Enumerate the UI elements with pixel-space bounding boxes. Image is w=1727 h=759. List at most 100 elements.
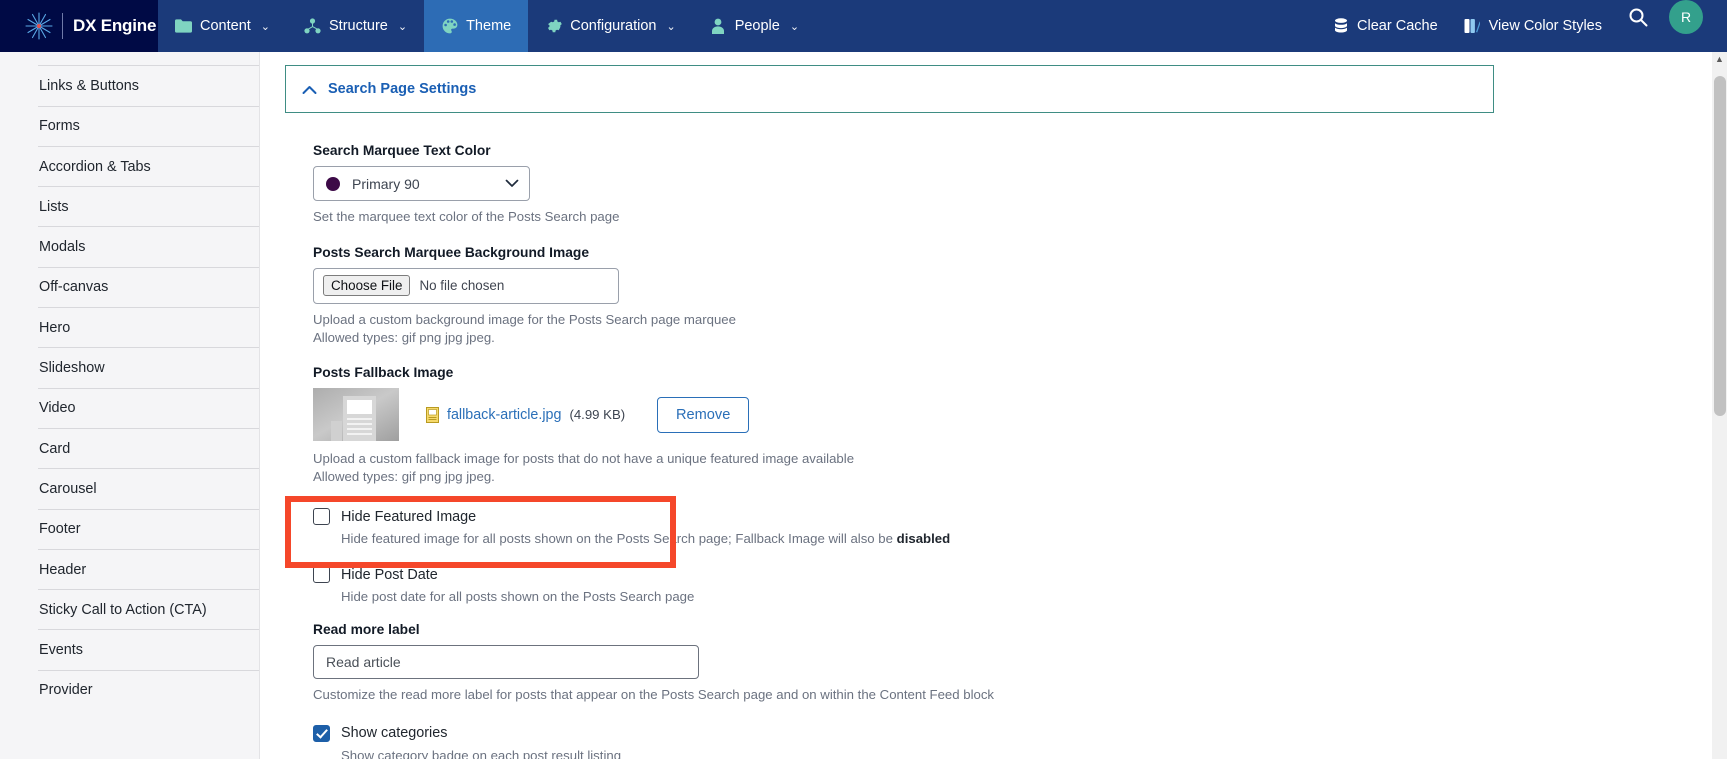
nav-item-configuration[interactable]: Configuration ⌄ xyxy=(528,0,692,52)
structure-nodes-icon xyxy=(304,18,321,35)
fallback-image-row: fallback-article.jpg (4.99 KB) Remove xyxy=(313,388,1494,442)
fallback-image-help-2: Allowed types: gif png jpg jpeg. xyxy=(313,469,495,485)
starburst-logo-icon xyxy=(24,11,54,41)
sidebar-item-lists[interactable]: Lists xyxy=(0,186,259,226)
hide-featured-image-help: Hide featured image for all posts shown … xyxy=(341,531,1494,546)
marquee-bg-image-help-1: Upload a custom background image for the… xyxy=(313,311,736,327)
hide-featured-image-checkbox[interactable] xyxy=(313,508,330,526)
no-file-chosen-text: No file chosen xyxy=(419,278,505,294)
show-categories-field: Show categories Show category badge on e… xyxy=(313,724,1494,759)
sidebar-item-provider[interactable]: Provider xyxy=(0,669,259,710)
sidebar-item-events[interactable]: Events xyxy=(0,629,259,669)
hide-featured-image-row[interactable]: Hide Featured Image xyxy=(313,508,1494,526)
clear-cache-label: Clear Cache xyxy=(1357,18,1438,34)
show-categories-help: Show category badge on each post result … xyxy=(341,747,622,759)
database-icon xyxy=(1332,18,1349,35)
scroll-up-arrow-icon[interactable]: ▲ xyxy=(1714,54,1725,65)
sidebar-item-label: Events xyxy=(39,642,83,659)
hide-post-date-row[interactable]: Hide Post Date xyxy=(313,566,1494,584)
hide-featured-image-help-text: Hide featured image for all posts shown … xyxy=(341,531,897,547)
read-more-input-value: Read article xyxy=(326,654,401,671)
gear-icon xyxy=(545,18,562,35)
hide-post-date-label: Hide Post Date xyxy=(341,566,438,583)
marquee-bg-image-field: Posts Search Marquee Background Image Ch… xyxy=(313,245,1494,347)
nav-item-structure[interactable]: Structure ⌄ xyxy=(287,0,424,52)
sidebar-item-video[interactable]: Video xyxy=(0,387,259,428)
chevron-down-icon: ⌄ xyxy=(789,20,800,33)
read-more-label-field: Read more label Read article Customize t… xyxy=(313,622,1494,704)
marquee-color-select[interactable]: Primary 90 xyxy=(313,166,530,201)
fallback-file-size: (4.99 KB) xyxy=(569,407,626,423)
chevron-down-icon: ⌄ xyxy=(666,20,676,33)
choose-file-button[interactable]: Choose File xyxy=(323,275,411,297)
nav-item-theme[interactable]: Theme xyxy=(424,0,529,52)
panel-title: Search Page Settings xyxy=(328,81,477,97)
sidebar-item-label: Header xyxy=(39,561,87,578)
marquee-bg-file-input[interactable]: Choose File No file chosen xyxy=(313,267,619,304)
brand-logo[interactable]: DX Engine xyxy=(0,0,158,52)
sidebar-item-label: Forms xyxy=(39,118,80,135)
sidebar-item-forms[interactable]: Forms xyxy=(0,105,259,146)
search-page-settings-panel: Search Page Settings Search Marquee Text… xyxy=(285,65,1494,759)
page-scrollbar-thumb[interactable] xyxy=(1714,76,1726,416)
sidebar-item-footer[interactable]: Footer xyxy=(0,508,259,549)
hide-post-date-checkbox[interactable] xyxy=(313,566,330,584)
remove-button-label: Remove xyxy=(675,406,731,423)
sidebar-item-label: Slideshow xyxy=(39,360,105,377)
sidebar-item-links-buttons[interactable]: Links & Buttons xyxy=(0,65,259,105)
search-page-settings-header[interactable]: Search Page Settings xyxy=(285,65,1494,113)
top-navigation-bar: DX Engine Content ⌄ Structure ⌄ Theme Co… xyxy=(0,0,1727,52)
hide-post-date-help: Hide post date for all posts shown on th… xyxy=(341,589,695,605)
brand-title: DX Engine xyxy=(73,16,157,35)
view-color-styles-label: View Color Styles xyxy=(1488,18,1602,34)
avatar[interactable]: R xyxy=(1669,0,1703,34)
sidebar-item-accordion-tabs[interactable]: Accordion & Tabs xyxy=(0,145,259,186)
nav-item-configuration-label: Configuration xyxy=(570,18,657,34)
sidebar-item-label: Footer xyxy=(39,521,81,538)
brand-divider xyxy=(62,13,63,39)
sidebar-item-sticky-cta[interactable]: Sticky Call to Action (CTA) xyxy=(0,589,259,629)
clear-cache-button[interactable]: Clear Cache xyxy=(1319,0,1451,52)
sidebar-item-hero[interactable]: Hero xyxy=(0,307,259,347)
sidebar-item-off-canvas[interactable]: Off-canvas xyxy=(0,266,259,307)
read-more-help: Customize the read more label for posts … xyxy=(313,687,995,703)
hide-featured-image-label: Hide Featured Image xyxy=(341,508,477,525)
nav-item-content[interactable]: Content ⌄ xyxy=(158,0,287,52)
sidebar-item-label: Video xyxy=(39,400,76,417)
nav-item-theme-label: Theme xyxy=(466,18,512,34)
hide-post-date-field: Hide Post Date Hide post date for all po… xyxy=(313,566,1494,604)
sidebar-item-modals[interactable]: Modals xyxy=(0,226,259,266)
search-icon[interactable] xyxy=(1621,0,1655,34)
show-categories-row[interactable]: Show categories xyxy=(313,724,1494,742)
sidebar-item-label: Links & Buttons xyxy=(39,77,139,94)
nav-item-structure-label: Structure xyxy=(329,18,388,34)
sidebar-item-header[interactable]: Header xyxy=(0,548,259,589)
fallback-image-help-1: Upload a custom fallback image for posts… xyxy=(313,451,855,467)
hide-featured-image-field: Hide Featured Image Hide featured image … xyxy=(313,508,1494,546)
avatar-initial: R xyxy=(1680,9,1692,25)
nav-item-content-label: Content xyxy=(200,18,251,34)
show-categories-checkbox[interactable] xyxy=(313,724,330,742)
read-more-field-label: Read more label xyxy=(313,622,420,638)
view-color-styles-button[interactable]: View Color Styles xyxy=(1451,0,1615,52)
folder-icon xyxy=(175,18,192,35)
read-more-input[interactable]: Read article xyxy=(313,645,699,680)
remove-fallback-image-button[interactable]: Remove xyxy=(657,396,750,433)
fallback-image-thumbnail xyxy=(313,388,399,442)
sidebar-item-label: Off-canvas xyxy=(39,279,109,296)
nav-item-people-label: People xyxy=(734,18,780,34)
nav-item-people[interactable]: People ⌄ xyxy=(693,0,816,52)
sidebar-item-label: Provider xyxy=(39,682,93,699)
sidebar-item-carousel[interactable]: Carousel xyxy=(0,468,259,508)
chevron-up-icon xyxy=(302,85,317,95)
file-image-icon xyxy=(426,406,439,423)
sidebar-item-label: Accordion & Tabs xyxy=(39,158,151,175)
fallback-file-meta: fallback-article.jpg (4.99 KB) xyxy=(426,406,626,423)
sidebar-item-card[interactable]: Card xyxy=(0,427,259,468)
marquee-color-value: Primary 90 xyxy=(352,175,420,192)
fallback-file-link[interactable]: fallback-article.jpg xyxy=(447,407,561,423)
marquee-color-label: Search Marquee Text Color xyxy=(313,143,491,158)
sidebar-item-slideshow[interactable]: Slideshow xyxy=(0,347,259,387)
color-swatch-icon xyxy=(326,176,340,191)
sidebar-item-label: Card xyxy=(39,440,71,457)
